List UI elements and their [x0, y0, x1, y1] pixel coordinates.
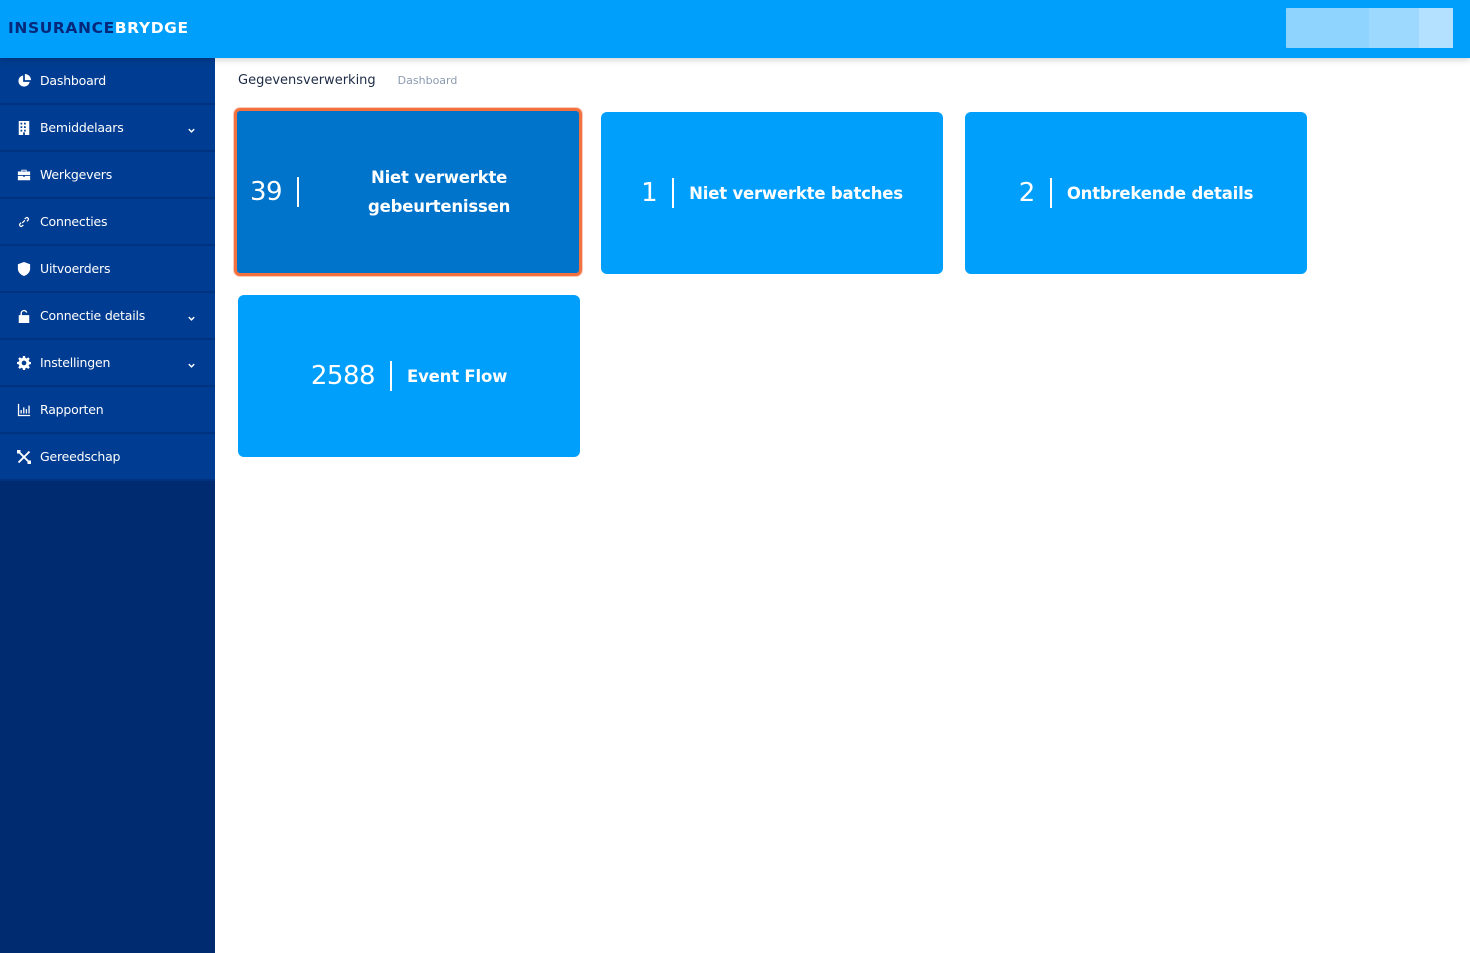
sidebar-item-connecties[interactable]: Connecties [0, 199, 215, 246]
top-bar: INSURANCEBRYDGE [0, 0, 1470, 58]
card-count: 39 [250, 177, 283, 207]
tools-icon [16, 449, 32, 465]
breadcrumb: Gegevensverwerking Dashboard [238, 73, 457, 88]
card-label: Ontbrekende details [1066, 183, 1254, 203]
chevron-down-icon [187, 122, 196, 133]
sidebar-item-instellingen[interactable]: Instellingen [0, 340, 215, 387]
card-divider [1049, 178, 1052, 208]
sidebar-item-label: Uitvoerders [40, 261, 111, 276]
logo[interactable]: INSURANCEBRYDGE [8, 19, 189, 37]
card-niet-verwerkte-gebeurtenissen[interactable]: 39 Niet verwerkte gebeurtenissen [234, 108, 582, 276]
link-icon [16, 214, 32, 230]
breadcrumb-dashboard-link[interactable]: Dashboard [398, 74, 458, 87]
user-menu[interactable] [1286, 8, 1453, 48]
card-event-flow[interactable]: 2588 Event Flow [238, 295, 580, 457]
pie-chart-icon [16, 73, 32, 89]
shield-icon [16, 261, 32, 277]
user-menu-toggle[interactable] [1419, 8, 1453, 48]
sidebar-item-bemiddelaars[interactable]: Bemiddelaars [0, 105, 215, 152]
sidebar-item-rapporten[interactable]: Rapporten [0, 387, 215, 434]
logo-part-1: INSURANCE [8, 19, 115, 37]
sidebar-item-label: Connecties [40, 214, 108, 229]
card-content: 2588 Event Flow [311, 361, 507, 391]
card-content: 39 Niet verwerkte gebeurtenissen [250, 111, 554, 273]
sidebar-item-label: Bemiddelaars [40, 120, 124, 135]
building-icon [16, 120, 32, 136]
card-count: 1 [641, 178, 658, 208]
card-content: 1 Niet verwerkte batches [641, 178, 903, 208]
card-content: 2 Ontbrekende details [1019, 178, 1253, 208]
sidebar-item-label: Instellingen [40, 355, 111, 370]
sidebar-item-uitvoerders[interactable]: Uitvoerders [0, 246, 215, 293]
chevron-down-icon [187, 310, 196, 321]
card-label: Niet verwerkte gebeurtenissen [368, 168, 511, 216]
chevron-down-icon [187, 357, 196, 368]
card-count: 2 [1018, 178, 1036, 208]
card-divider [390, 361, 393, 391]
lock-icon [16, 308, 32, 324]
sidebar-item-dashboard[interactable]: Dashboard [0, 58, 215, 105]
sidebar-item-label: Werkgevers [40, 167, 113, 182]
card-count: 2588 [310, 361, 376, 391]
sidebar-nav: Dashboard Bemiddelaars Werkgevers Connec… [0, 58, 215, 481]
sidebar-item-label: Dashboard [40, 73, 107, 88]
sidebar-item-label: Rapporten [40, 402, 104, 417]
user-menu-segment [1369, 8, 1419, 48]
sidebar-item-label: Gereedschap [40, 449, 121, 464]
page-title: Gegevensverwerking [238, 73, 376, 88]
card-divider [297, 177, 300, 207]
card-niet-verwerkte-batches[interactable]: 1 Niet verwerkte batches [601, 112, 943, 274]
logo-part-2: BRYDGE [114, 19, 189, 37]
sidebar-item-gereedschap[interactable]: Gereedschap [0, 434, 215, 481]
card-ontbrekende-details[interactable]: 2 Ontbrekende details [965, 112, 1307, 274]
gear-icon [16, 355, 32, 371]
sidebar-item-werkgevers[interactable]: Werkgevers [0, 152, 215, 199]
card-divider [672, 178, 675, 208]
card-label: Event Flow [407, 366, 508, 386]
sidebar-item-label: Connectie details [40, 308, 146, 323]
card-label: Niet verwerkte batches [689, 183, 903, 203]
sidebar-item-connectie-details[interactable]: Connectie details [0, 293, 215, 340]
bar-chart-icon [16, 402, 32, 418]
sidebar: Dashboard Bemiddelaars Werkgevers Connec… [0, 58, 215, 953]
briefcase-icon [16, 167, 32, 183]
